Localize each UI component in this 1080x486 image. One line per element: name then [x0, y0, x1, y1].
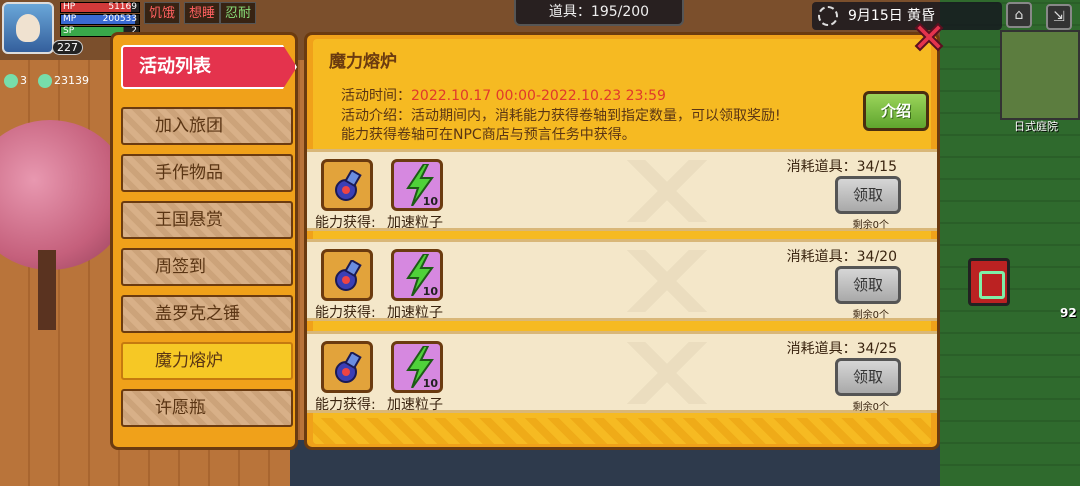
currency-mid-value: 23139 [54, 74, 89, 87]
reward-item-scroll-label: 能力获得: [315, 215, 376, 231]
activity-list-header: 活动列表 [121, 45, 297, 89]
date-time-display: 9月15日 黄昏 [812, 2, 1002, 30]
date-text: 9月15日 [848, 8, 903, 24]
activity-time: 活动时间：2022.10.17 00:00-2022.10.23 23:59 [341, 85, 666, 105]
status-patience[interactable]: 忍耐 [220, 2, 257, 24]
shop-sign-icon[interactable] [968, 258, 1010, 306]
activity-intro: 活动介绍：活动期间内，消耗能力获得卷轴到指定数量，可以领取奖励! [341, 108, 781, 124]
sun-icon [818, 6, 838, 26]
mp-bar: MP 200533 [60, 14, 140, 25]
reward-item-scroll-label: 能力获得: [315, 305, 376, 321]
player-level: 227 [52, 40, 83, 55]
reward-item-speed-label: 加速粒子 [387, 397, 443, 413]
reward-quantity: 10 [422, 195, 438, 208]
reward-item-scroll[interactable] [321, 159, 373, 211]
reward-item-speed-particle[interactable]: 10 [391, 341, 443, 393]
remaining-count: 剩余0个 [852, 220, 889, 231]
reward-row: 10 能力获得: 加速粒子 消耗道具：34/15 领取 剩余0个 [307, 149, 937, 231]
intro-button[interactable]: 介绍 [863, 91, 929, 131]
mp-value: 200533 [102, 14, 137, 24]
consume-progress: 消耗道具：34/20 [786, 249, 897, 265]
remaining-count: 剩余0个 [852, 402, 889, 413]
exit-icon[interactable]: ⇲ [1046, 4, 1072, 30]
activity-menu: 活动列表 加入旅团 手作物品 王国悬赏 周签到 盖罗克之锤 魔力熔炉 许愿瓶 [110, 32, 298, 450]
house-icon [38, 74, 52, 88]
scroll-icon [335, 260, 362, 291]
reward-item-speed-particle[interactable]: 10 [391, 249, 443, 301]
reward-item-scroll[interactable] [321, 249, 373, 301]
claim-button[interactable]: 领取 [835, 358, 901, 396]
reward-item-speed-particle[interactable]: 10 [391, 159, 443, 211]
currency-count-left: 3 [4, 74, 27, 88]
panel-title: 魔力熔炉 [329, 52, 397, 72]
activity-info: 活动时间：2022.10.17 00:00-2022.10.23 23:59 活… [321, 75, 935, 149]
reward-item-speed-label: 加速粒子 [387, 305, 443, 321]
hp-value: 51169 [108, 2, 137, 12]
sp-label: SP [63, 26, 75, 36]
currency-left-value: 3 [20, 74, 27, 87]
side-counter: 92 [1060, 306, 1077, 320]
close-icon[interactable] [910, 18, 948, 56]
minimap[interactable] [1000, 30, 1080, 120]
activity-source: 能力获得卷轴可在NPC商店与预言任务中获得。 [341, 127, 636, 143]
menu-item-join-brigade[interactable]: 加入旅团 [121, 107, 293, 145]
location-name: 日式庭院 [1014, 120, 1058, 133]
claim-button[interactable]: 领取 [835, 266, 901, 304]
status-hungry[interactable]: 饥饿 [144, 2, 181, 24]
scroll-icon [335, 170, 362, 201]
activity-time-value: 2022.10.17 00:00-2022.10.23 23:59 [411, 88, 666, 104]
consume-progress: 消耗道具：34/15 [786, 159, 897, 175]
activity-time-label: 活动时间： [341, 88, 411, 104]
hp-label: HP [63, 2, 76, 12]
remaining-count: 剩余0个 [852, 310, 889, 321]
hp-bar: HP 51169 [60, 2, 140, 13]
mp-label: MP [63, 14, 77, 24]
network-icon[interactable]: ⌂ [1006, 2, 1032, 28]
menu-item-magic-furnace[interactable]: 魔力熔炉 [121, 342, 293, 380]
reward-item-scroll[interactable] [321, 341, 373, 393]
menu-item-weekly-checkin[interactable]: 周签到 [121, 248, 293, 286]
reward-item-scroll-label: 能力获得: [315, 397, 376, 413]
consume-progress: 消耗道具：34/25 [786, 341, 897, 357]
reward-quantity: 10 [422, 377, 438, 390]
menu-item-wish-bottle[interactable]: 许愿瓶 [121, 389, 293, 427]
activity-detail-panel: 魔力熔炉 活动时间：2022.10.17 00:00-2022.10.23 23… [304, 32, 940, 450]
status-sleepy[interactable]: 想睡 [184, 2, 221, 24]
menu-item-gerok-hammer[interactable]: 盖罗克之锤 [121, 295, 293, 333]
menu-item-handcraft[interactable]: 手作物品 [121, 154, 293, 192]
claim-button[interactable]: 领取 [835, 176, 901, 214]
player-avatar[interactable] [2, 2, 54, 54]
reward-row: 10 能力获得: 加速粒子 消耗道具：34/25 领取 剩余0个 [307, 331, 937, 413]
reward-item-speed-label: 加速粒子 [387, 215, 443, 231]
reward-quantity: 10 [422, 285, 438, 298]
panel-footer [313, 418, 931, 444]
currency-count-mid: 23139 [38, 74, 89, 88]
scroll-icon [335, 352, 362, 383]
menu-item-kingdom-bounty[interactable]: 王国悬赏 [121, 201, 293, 239]
gem-icon [4, 74, 18, 88]
reward-row: 10 能力获得: 加速粒子 消耗道具：34/20 领取 剩余0个 [307, 239, 937, 321]
inventory-capacity[interactable]: 道具：195/200 [514, 0, 684, 26]
tree-trunk [38, 250, 56, 330]
